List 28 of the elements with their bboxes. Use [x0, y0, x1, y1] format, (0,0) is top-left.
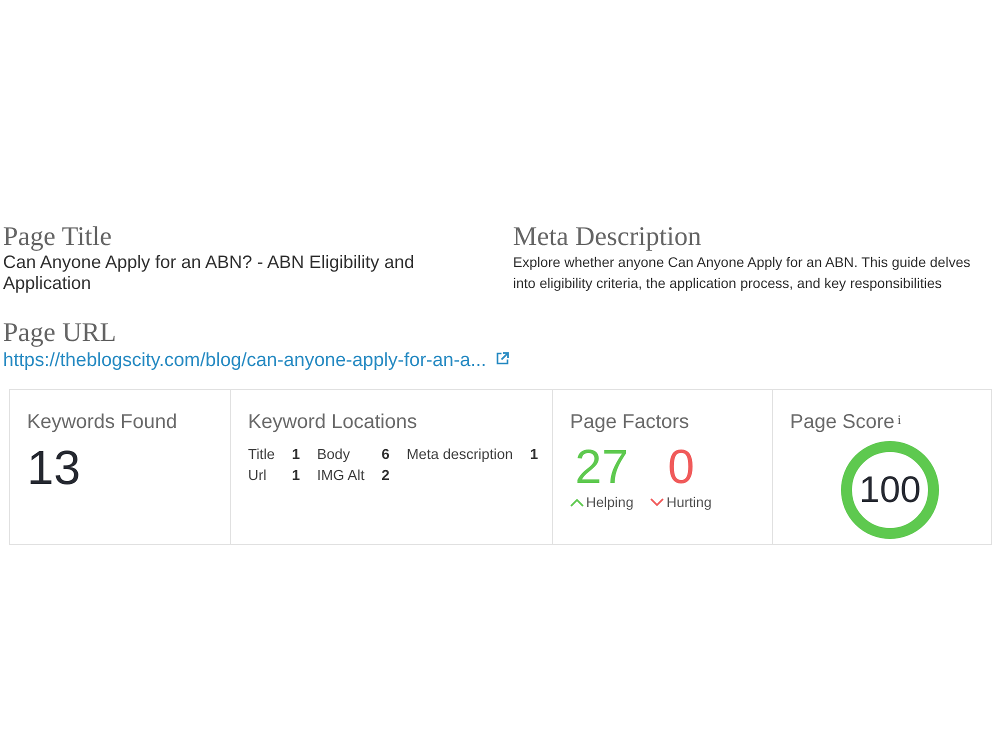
stat-heading: Page Factors — [570, 410, 690, 434]
section-heading: Meta Description — [513, 222, 702, 252]
stat-heading: Keyword Locations — [248, 410, 418, 434]
location-count: 1 — [530, 446, 538, 465]
location-count: 2 — [381, 466, 390, 486]
location-count: 1 — [292, 446, 300, 465]
meta-description-text: Explore whether anyone Can Anyone Apply for an ABN. This guide delves into eligibility criteria, the application process, and key responsibilities — [513, 252, 972, 293]
info-icon: i — [898, 410, 902, 430]
page-title-text: Can Anyone Apply for an ABN? - ABN Eligibility and Application — [3, 252, 416, 294]
stat-heading: Keywords Found — [27, 410, 178, 434]
location-label: Title — [248, 446, 275, 465]
page-url-link[interactable]: https://theblogscity.com/blog/can-anyone-apply-for-an-a... — [3, 347, 486, 376]
section-heading: Page URL — [3, 318, 118, 348]
factor-count: 27 — [575, 444, 628, 492]
page-score-value: 100 — [859, 471, 921, 508]
section-heading: Page Title — [3, 222, 113, 252]
factor-label: Hurting — [666, 492, 712, 512]
stat-heading: Page Score — [790, 410, 895, 434]
location-label: Url — [248, 466, 268, 486]
keywords-count: 13 — [27, 444, 82, 493]
location-label: Body — [316, 446, 351, 465]
location-count: 1 — [292, 466, 300, 486]
location-count: 6 — [381, 446, 390, 465]
factor-count: 0 — [668, 444, 694, 492]
location-label: Meta description — [406, 446, 513, 465]
external-link-icon[interactable] — [496, 352, 510, 366]
location-label: IMG Alt — [316, 466, 364, 486]
factor-label: Helping — [586, 492, 634, 512]
